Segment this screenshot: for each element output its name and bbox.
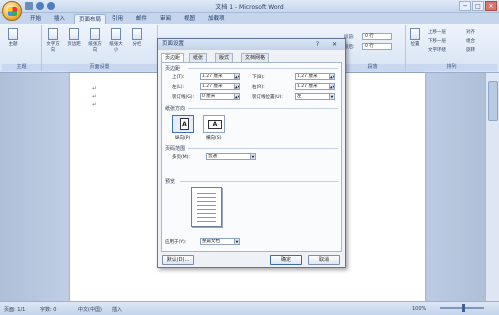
status-bar: 页面: 1/1 字数: 0 中文(中国) 插入 100% xyxy=(0,301,499,315)
chevron-down-icon[interactable]: ▼ xyxy=(234,239,239,244)
spinner-icon[interactable]: ▲▼ xyxy=(234,74,239,79)
zoom-slider-knob[interactable] xyxy=(462,304,465,312)
align-button[interactable]: 对齐 xyxy=(466,29,475,35)
size-button[interactable]: 纸张大小 xyxy=(109,28,123,53)
cancel-button[interactable]: 取消 xyxy=(308,255,340,265)
tab-home[interactable]: 开始 xyxy=(26,14,45,24)
chevron-down-icon[interactable]: ▼ xyxy=(250,154,255,159)
gutter-position-select[interactable]: 左 ▼ xyxy=(295,93,335,100)
margins-section-title: 页边距 xyxy=(165,66,181,72)
theme-group: 主题 主题 xyxy=(2,25,42,71)
orientation-icon xyxy=(90,28,100,40)
tab-references[interactable]: 引用 xyxy=(108,14,127,24)
multiple-pages-select[interactable]: 普通 ▼ xyxy=(206,153,256,160)
columns-button[interactable]: 分栏 xyxy=(130,28,144,47)
section-divider xyxy=(188,148,338,149)
tab-view[interactable]: 视图 xyxy=(180,14,199,24)
paragraph-mark: ↵ xyxy=(92,101,98,108)
spinner-icon[interactable]: ▲▼ xyxy=(234,84,239,89)
ok-button[interactable]: 确定 xyxy=(270,255,302,265)
default-button[interactable]: 默认(D)... xyxy=(162,255,194,265)
apply-to-select[interactable]: 整篇文档 ▼ xyxy=(200,238,240,245)
columns-icon xyxy=(132,28,142,40)
ribbon-tabs: 开始 插入 页面布局 引用 邮件 审阅 视图 加载项 xyxy=(0,13,499,24)
paragraph-mark: ↵ xyxy=(92,93,98,100)
spinner-icon[interactable]: ▲▼ xyxy=(329,74,334,79)
page-count[interactable]: 页面: 1/1 xyxy=(4,306,25,313)
insert-mode[interactable]: 插入 xyxy=(112,306,122,313)
dialog-close-icon[interactable]: ✕ xyxy=(330,40,339,49)
pages-section-title: 页码范围 xyxy=(165,146,186,152)
position-button[interactable]: 位置 xyxy=(408,28,422,47)
spacing-after-input[interactable]: 0 行 xyxy=(362,43,392,50)
rotate-button[interactable]: 旋转 xyxy=(466,47,475,53)
tab-document-grid[interactable]: 文档网格 xyxy=(241,53,270,62)
portrait-icon: A xyxy=(180,118,189,130)
orientation-section-title: 纸张方向 xyxy=(165,106,186,112)
bring-forward-button[interactable]: 上移一层 xyxy=(428,29,446,35)
paragraph-group: 段前: 0 行 段后: 0 行 段落 xyxy=(340,25,406,71)
landscape-icon: A xyxy=(208,120,222,129)
landscape-label: 横向(S) xyxy=(206,136,222,141)
zoom-level[interactable]: 100% xyxy=(412,306,426,312)
page-preview xyxy=(191,187,222,227)
top-margin-input[interactable]: 1.27 厘米 ▲▼ xyxy=(200,73,240,80)
send-backward-button[interactable]: 下移一层 xyxy=(428,38,446,44)
tab-layout[interactable]: 版式 xyxy=(215,53,234,62)
section-divider xyxy=(188,68,338,69)
spacing-before-input[interactable]: 0 行 xyxy=(362,33,392,40)
margins-button[interactable]: 页边距 xyxy=(67,28,81,47)
tab-mailings[interactable]: 邮件 xyxy=(132,14,151,24)
portrait-label: 纵向(P) xyxy=(175,136,191,141)
margins-panel: 页边距 上(T): 1.27 厘米 ▲▼ 下(B): 1.27 厘米 ▲▼ 左(L)… xyxy=(161,62,342,252)
margins-icon xyxy=(69,28,79,40)
preview-section-title: 预览 xyxy=(165,179,176,185)
tab-paper[interactable]: 纸张 xyxy=(189,53,208,62)
window-title: 文档 1 - Microsoft Word xyxy=(215,4,284,11)
maximize-button[interactable]: □ xyxy=(472,1,484,11)
chevron-down-icon[interactable]: ▼ xyxy=(329,94,334,99)
minimize-button[interactable]: ─ xyxy=(459,1,471,11)
vertical-scrollbar[interactable] xyxy=(485,73,499,301)
close-button[interactable]: ✕ xyxy=(485,1,497,11)
portrait-button[interactable]: A xyxy=(172,115,194,133)
position-icon xyxy=(410,28,420,40)
spinner-icon[interactable]: ▲▼ xyxy=(234,94,239,99)
bottom-margin-input[interactable]: 1.27 厘米 ▲▼ xyxy=(295,73,335,80)
text-direction-button[interactable]: 文字方向 xyxy=(46,28,60,53)
spinner-icon[interactable]: ▲▼ xyxy=(329,84,334,89)
section-divider xyxy=(188,108,338,109)
text-direction-icon xyxy=(48,28,58,40)
group-button[interactable]: 组合 xyxy=(466,38,475,44)
page-setup-dialog: 页面设置 ? ✕ 页边距 纸张 版式 文档网格 页边距 上(T): 1.27 厘… xyxy=(157,38,346,268)
gutter-input[interactable]: 0 厘米 ▲▼ xyxy=(200,93,240,100)
size-icon xyxy=(111,28,121,40)
word-count[interactable]: 字数: 0 xyxy=(40,306,56,313)
themes-icon xyxy=(8,28,18,40)
arrange-group: 位置 上移一层 下移一层 文字环绕 对齐 组合 旋转 排列 xyxy=(406,25,497,71)
tab-addins[interactable]: 加载项 xyxy=(204,14,229,24)
language-indicator[interactable]: 中文(中国) xyxy=(78,306,102,313)
help-icon[interactable]: ? xyxy=(313,40,322,49)
orientation-button[interactable]: 纸张方向 xyxy=(88,28,102,53)
title-bar: 文档 1 - Microsoft Word ─ □ ✕ xyxy=(0,0,499,21)
tab-insert[interactable]: 插入 xyxy=(50,14,69,24)
text-wrapping-button[interactable]: 文字环绕 xyxy=(428,47,446,53)
page-setup-group: 文字方向 页边距 纸张方向 纸张大小 分栏 页面设置 xyxy=(42,25,158,71)
scroll-thumb[interactable] xyxy=(488,81,498,121)
tab-page-layout[interactable]: 页面布局 xyxy=(74,14,107,24)
tab-review[interactable]: 审阅 xyxy=(156,14,175,24)
section-divider xyxy=(180,181,338,182)
right-margin-input[interactable]: 1.27 厘米 ▲▼ xyxy=(295,83,335,90)
paragraph-mark: ↵ xyxy=(92,85,98,92)
themes-button[interactable]: 主题 xyxy=(6,28,20,47)
left-margin-input[interactable]: 1.27 厘米 ▲▼ xyxy=(200,83,240,90)
office-button[interactable] xyxy=(2,1,22,21)
landscape-button[interactable]: A xyxy=(203,115,225,133)
